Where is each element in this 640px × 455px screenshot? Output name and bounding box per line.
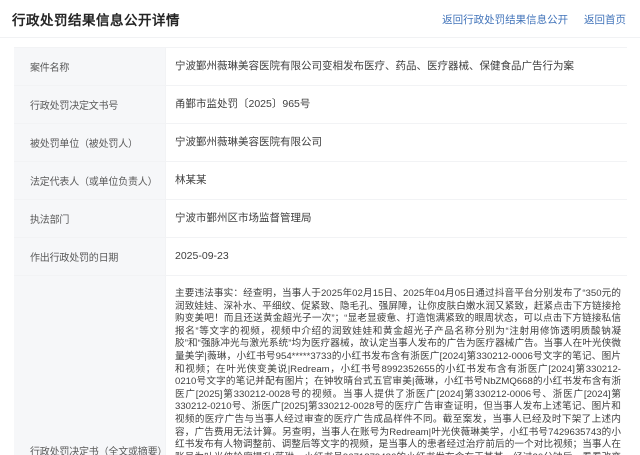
- page-title: 行政处罚结果信息公开详情: [12, 9, 180, 29]
- table-row: 案件名称 宁波鄞州薇琳美容医院有限公司变相发布医疗、药品、医疗器械、保健食品广告…: [14, 48, 627, 86]
- table-row: 执法部门 宁波市鄞州区市场监督管理局: [14, 200, 627, 238]
- row-value: 宁波鄞州薇琳美容医院有限公司变相发布医疗、药品、医疗器械、保健食品广告行为案: [166, 48, 627, 85]
- row-value: 主要违法事实：经查明，当事人于2025年02月15日、2025年04月05日通过…: [166, 276, 627, 455]
- row-label: 法定代表人（或单位负责人）: [14, 162, 166, 199]
- table-row: 作出行政处罚的日期 2025-09-23: [14, 238, 627, 276]
- row-label: 行政处罚决定书（全文或摘要）: [14, 276, 166, 455]
- row-value: 2025-09-23: [166, 238, 627, 275]
- header-links: 返回行政处罚结果信息公开 返回首页: [429, 12, 626, 27]
- table-row: 行政处罚决定书（全文或摘要） 主要违法事实：经查明，当事人于2025年02月15…: [14, 276, 627, 455]
- page-header: 行政处罚结果信息公开详情 返回行政处罚结果信息公开 返回首页: [0, 0, 640, 38]
- row-value: 林某某: [166, 162, 627, 199]
- row-label: 案件名称: [14, 48, 166, 85]
- row-value: 宁波鄞州薇琳美容医院有限公司: [166, 124, 627, 161]
- detail-table: 案件名称 宁波鄞州薇琳美容医院有限公司变相发布医疗、药品、医疗器械、保健食品广告…: [14, 47, 627, 455]
- penalty-detail-page: 行政处罚结果信息公开详情 返回行政处罚结果信息公开 返回首页 案件名称 宁波鄞州…: [0, 0, 640, 455]
- row-value: 宁波市鄞州区市场监督管理局: [166, 200, 627, 237]
- table-row: 被处罚单位（被处罚人） 宁波鄞州薇琳美容医院有限公司: [14, 124, 627, 162]
- row-label: 执法部门: [14, 200, 166, 237]
- table-row: 法定代表人（或单位负责人） 林某某: [14, 162, 627, 200]
- row-label: 作出行政处罚的日期: [14, 238, 166, 275]
- back-to-home-link[interactable]: 返回首页: [584, 14, 626, 26]
- row-label: 行政处罚决定文书号: [14, 86, 166, 123]
- table-row: 行政处罚决定文书号 甬鄞市监处罚〔2025〕965号: [14, 86, 627, 124]
- row-label: 被处罚单位（被处罚人）: [14, 124, 166, 161]
- back-to-penalty-list-link[interactable]: 返回行政处罚结果信息公开: [442, 14, 568, 26]
- row-value: 甬鄞市监处罚〔2025〕965号: [166, 86, 627, 123]
